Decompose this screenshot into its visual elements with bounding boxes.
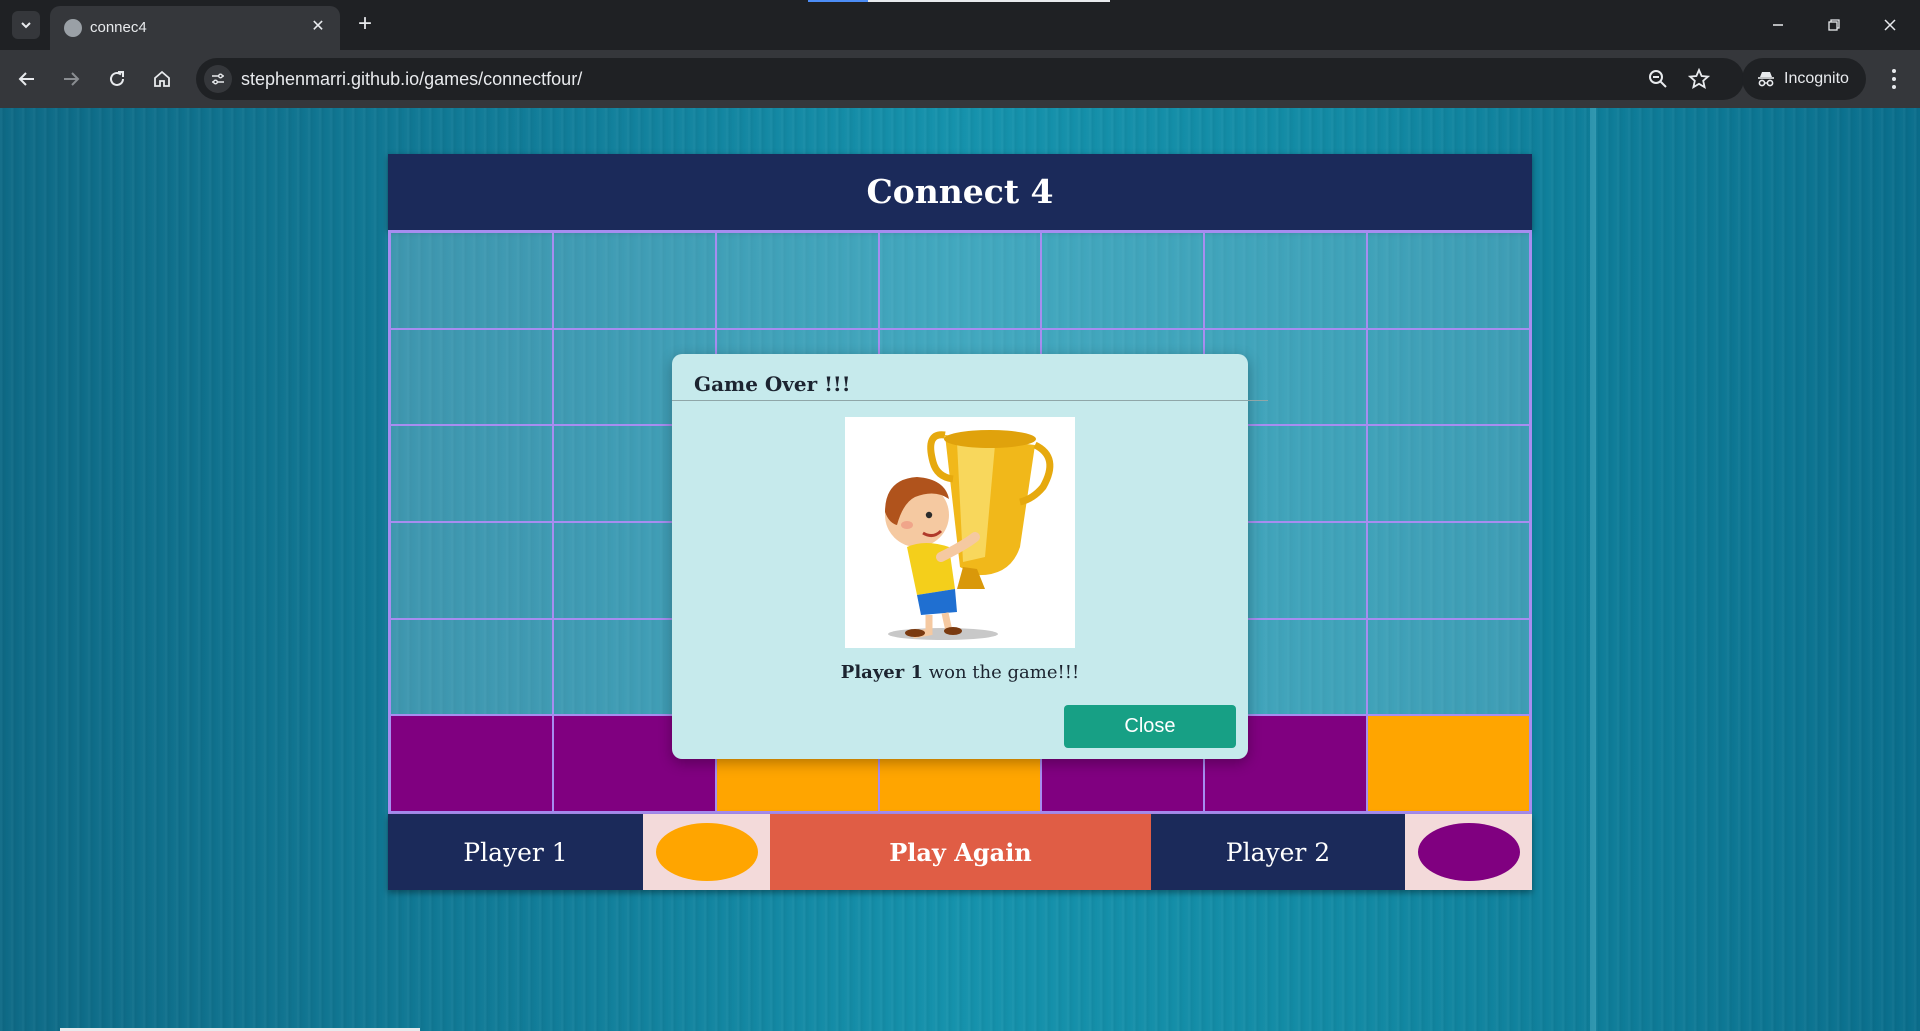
forward-button[interactable]	[58, 66, 84, 92]
home-button[interactable]	[149, 66, 175, 92]
win-message-text: won the game!!!	[923, 662, 1080, 683]
minimize-button[interactable]	[1765, 12, 1791, 38]
board-cell-empty[interactable]	[552, 232, 716, 329]
close-window-button[interactable]	[1877, 12, 1903, 38]
board-cell-empty[interactable]	[715, 232, 879, 329]
tune-icon	[212, 73, 224, 85]
player1-token	[655, 823, 758, 881]
board-cell-empty[interactable]	[1367, 521, 1530, 619]
player2-label: Player 2	[1151, 814, 1405, 890]
arrow-left-icon	[18, 72, 34, 86]
zoom-out-icon	[1649, 70, 1667, 88]
boy-trophy-illustration	[885, 430, 1054, 640]
board-cell-empty[interactable]	[1367, 425, 1530, 522]
play-again-button[interactable]: Play Again	[770, 814, 1151, 890]
page-background: Connect 4 Player 1 Play Again Player 2 G…	[0, 108, 1920, 1031]
loading-indicator-accent	[808, 0, 868, 2]
close-icon	[1884, 19, 1896, 31]
browser-tab[interactable]: connec4 ✕	[50, 6, 340, 50]
game-title: Connect 4	[388, 154, 1532, 230]
reload-button[interactable]	[104, 66, 130, 92]
board-cell-empty[interactable]	[878, 232, 1042, 329]
star-icon	[1688, 68, 1710, 90]
address-bar[interactable]: stephenmarri.github.io/games/connectfour…	[196, 58, 1744, 100]
trophy-image	[845, 417, 1075, 648]
chevron-down-icon	[21, 22, 31, 29]
new-tab-button[interactable]: +	[352, 12, 378, 38]
board-cell-empty[interactable]	[390, 232, 553, 329]
game-over-modal: Game Over !!! Player 1 won the game!!! C…	[672, 354, 1268, 759]
site-info-button[interactable]	[204, 65, 232, 93]
restore-icon	[1828, 19, 1840, 31]
board-cell-empty[interactable]	[1204, 232, 1368, 329]
board-cell-player2-disc[interactable]	[390, 715, 553, 812]
reload-icon	[110, 71, 124, 86]
player1-label: Player 1	[388, 814, 643, 890]
game-footer: Player 1 Play Again Player 2	[388, 814, 1532, 890]
incognito-icon	[1758, 72, 1774, 87]
board-cell-empty[interactable]	[390, 521, 553, 619]
board-cell-empty[interactable]	[1367, 328, 1530, 426]
zoom-button[interactable]	[1646, 67, 1670, 91]
player1-token-box	[643, 814, 770, 890]
back-button[interactable]	[14, 66, 40, 92]
tab-title: connec4	[90, 19, 147, 36]
board-cell-player1-disc[interactable]	[1367, 715, 1530, 812]
incognito-indicator[interactable]: Incognito	[1742, 58, 1866, 100]
close-button[interactable]: Close	[1064, 705, 1236, 748]
modal-title: Game Over !!!	[694, 372, 851, 396]
modal-divider	[672, 400, 1268, 401]
home-icon	[154, 70, 170, 87]
globe-icon	[64, 19, 82, 37]
player2-token-box	[1405, 814, 1532, 890]
url-text[interactable]: stephenmarri.github.io/games/connectfour…	[241, 69, 582, 90]
player2-token	[1417, 823, 1520, 881]
browser-toolbar: stephenmarri.github.io/games/connectfour…	[0, 50, 1920, 108]
browser-tab-bar: connec4 ✕ +	[0, 0, 1920, 50]
board-cell-empty[interactable]	[390, 328, 553, 426]
winner-name: Player 1	[840, 662, 924, 683]
board-cell-empty[interactable]	[1367, 618, 1530, 716]
more-vert-icon	[1892, 69, 1896, 73]
minimize-icon	[1773, 24, 1783, 26]
board-cell-empty[interactable]	[390, 618, 553, 716]
incognito-label: Incognito	[1784, 70, 1849, 87]
tab-search-button[interactable]	[12, 11, 40, 39]
board-cell-empty[interactable]	[1367, 232, 1530, 329]
close-tab-icon[interactable]: ✕	[308, 17, 328, 37]
arrow-right-icon	[64, 72, 80, 86]
board-cell-empty[interactable]	[390, 425, 553, 522]
restore-button[interactable]	[1821, 12, 1847, 38]
board-cell-empty[interactable]	[1041, 232, 1205, 329]
browser-menu-button[interactable]	[1882, 66, 1906, 92]
win-message: Player 1 won the game!!!	[672, 662, 1248, 683]
bookmark-button[interactable]	[1687, 67, 1711, 91]
